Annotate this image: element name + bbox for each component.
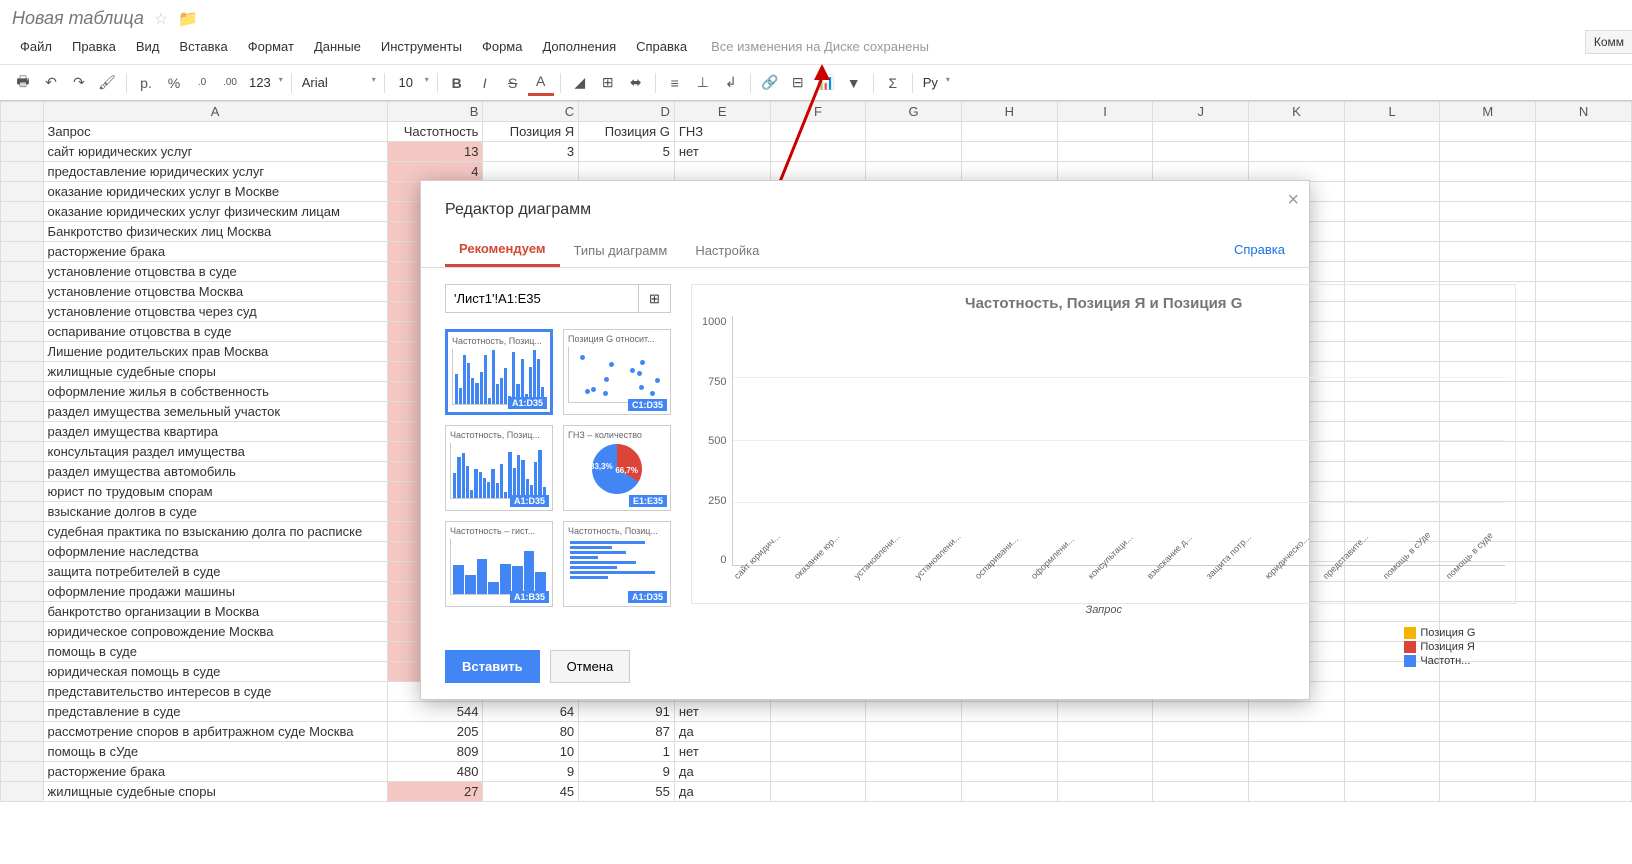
chart-thumb[interactable]: Частотность, Позиц...A1:D35 [563,521,671,607]
chart-preview: Частотность, Позиция Я и Позиция G 10007… [691,284,1516,604]
cancel-button[interactable]: Отмена [550,650,631,683]
annotation-arrow-head [814,64,830,80]
legend-item: Позиция Я [1404,641,1475,653]
chart-thumb[interactable]: ГНЗ – количество33,3%66,7%E1:E35 [563,425,671,511]
print-icon[interactable]: 🖶 [10,70,36,96]
col-header[interactable]: B [387,102,483,122]
select-range-icon[interactable]: ⊞ [639,284,671,313]
doc-title[interactable]: Новая таблица [12,8,144,29]
currency-format[interactable]: р. [133,70,159,96]
chart-title: Частотность, Позиция Я и Позиция G [702,295,1505,312]
menu-Вставка[interactable]: Вставка [171,35,235,58]
menu-Правка[interactable]: Правка [64,35,124,58]
chart-thumb[interactable]: Частотность, Позиц...A1:D35 [445,425,553,511]
filter-icon[interactable]: ▼ [841,70,867,96]
tab-customize[interactable]: Настройка [681,233,773,266]
increase-decimal[interactable]: .00 [217,70,243,96]
table-row[interactable]: сайт юридических услуг1335нет [1,142,1632,162]
col-header[interactable]: M [1440,102,1536,122]
menu-Формат[interactable]: Формат [240,35,302,58]
table-row[interactable]: рассмотрение споров в арбитражном суде М… [1,722,1632,742]
menu-Справка[interactable]: Справка [628,35,695,58]
close-icon[interactable]: × [1287,189,1299,212]
redo-icon[interactable]: ↷ [66,70,92,96]
menu-Инструменты[interactable]: Инструменты [373,35,470,58]
col-header[interactable]: J [1153,102,1249,122]
save-status: Все изменения на Диске сохранены [711,39,929,54]
chart-editor-dialog: × Редактор диаграмм Рекомендуем Типы диа… [420,180,1310,700]
insert-button[interactable]: Вставить [445,650,540,683]
help-link[interactable]: Справка [1234,232,1285,267]
col-header[interactable]: D [579,102,675,122]
header-cell[interactable]: Запрос [43,122,387,142]
header-cell[interactable]: ГНЗ [674,122,770,142]
col-header[interactable]: H [961,102,1057,122]
legend-item: Позиция G [1404,627,1475,639]
menubar: ФайлПравкаВидВставкаФорматДанныеИнструме… [0,33,1632,65]
chart-thumb[interactable]: Частотность, Позиц...A1:D35 [445,329,553,415]
col-header[interactable]: K [1249,102,1345,122]
folder-icon[interactable]: 📁 [178,9,198,29]
menu-Вид[interactable]: Вид [128,35,168,58]
comment-icon[interactable]: ⊟ [785,70,811,96]
header-cell[interactable]: Позиция Я [483,122,579,142]
strikethrough-icon[interactable]: S [500,70,526,96]
merge-icon[interactable]: ⬌ [623,70,649,96]
valign-icon[interactable]: ⊥ [690,70,716,96]
decrease-decimal[interactable]: .0 [189,70,215,96]
font-size-select[interactable]: 10 [391,73,431,92]
undo-icon[interactable]: ↶ [38,70,64,96]
text-color-icon[interactable]: A [528,70,554,96]
star-icon[interactable]: ☆ [154,9,168,29]
tab-chart-types[interactable]: Типы диаграмм [560,233,682,266]
halign-icon[interactable]: ≡ [662,70,688,96]
x-axis-title: Запрос [702,604,1505,616]
functions-icon[interactable]: Σ [880,70,906,96]
borders-icon[interactable]: ⊞ [595,70,621,96]
table-row[interactable]: расторжение брака48099да [1,762,1632,782]
wrap-icon[interactable]: ↲ [718,70,744,96]
percent-format[interactable]: % [161,70,187,96]
range-input[interactable] [445,284,639,313]
chart-thumb[interactable]: Частотность – гист...A1:B35 [445,521,553,607]
fill-color-icon[interactable]: ◢ [567,70,593,96]
header-cell[interactable]: Частотность [387,122,483,142]
col-header[interactable]: C [483,102,579,122]
paint-format-icon[interactable]: 🖌 [94,70,120,96]
font-select[interactable]: Arial [298,73,378,92]
col-header[interactable]: G [866,102,962,122]
menu-Данные[interactable]: Данные [306,35,369,58]
tab-recommend[interactable]: Рекомендуем [445,231,560,267]
menu-Форма[interactable]: Форма [474,35,531,58]
comments-button[interactable]: Комм [1585,30,1632,54]
table-row[interactable]: представление в суде5446491нет [1,702,1632,722]
col-header[interactable]: N [1536,102,1632,122]
header-cell[interactable]: Позиция G [579,122,675,142]
legend-item: Частотн... [1404,655,1475,667]
dialog-title: Редактор диаграмм [421,181,1309,231]
bold-icon[interactable]: B [444,70,470,96]
table-row[interactable]: предоставление юридических услуг4 [1,162,1632,182]
menu-Дополнения[interactable]: Дополнения [534,35,624,58]
table-row[interactable]: помощь в сУде809101нет [1,742,1632,762]
menu-Файл[interactable]: Файл [12,35,60,58]
input-lang-select[interactable]: Ру [919,73,952,92]
chart-thumb[interactable]: Позиция G относит...C1:D35 [563,329,671,415]
col-header[interactable]: E [674,102,770,122]
col-header[interactable]: F [770,102,866,122]
col-header[interactable]: A [43,102,387,122]
col-header[interactable]: L [1344,102,1440,122]
italic-icon[interactable]: I [472,70,498,96]
link-icon[interactable]: 🔗 [757,70,783,96]
col-header[interactable]: I [1057,102,1153,122]
number-format-select[interactable]: 123 [245,73,285,92]
table-row[interactable]: жилищные судебные споры274555да [1,782,1632,802]
